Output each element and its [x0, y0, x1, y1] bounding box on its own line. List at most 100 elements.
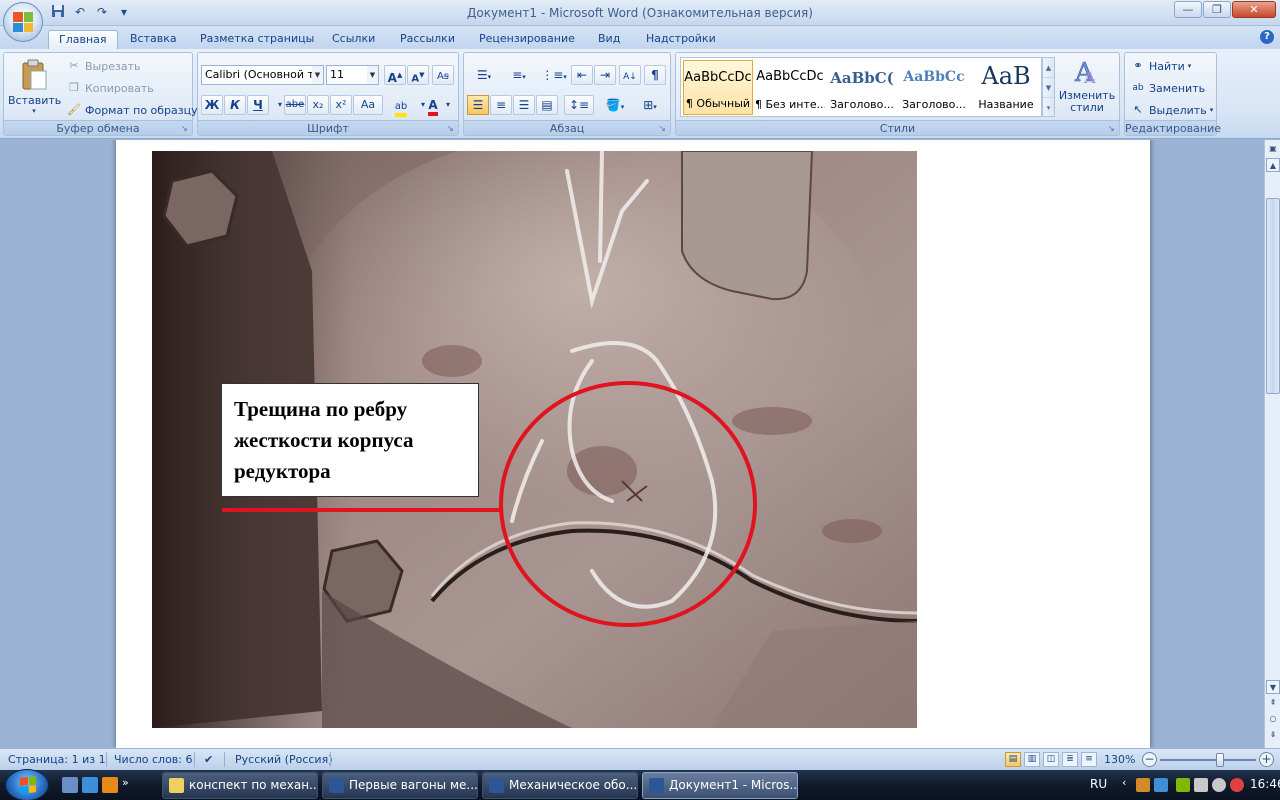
start-button[interactable] [5, 769, 49, 800]
outline-view-icon[interactable]: ≣ [1062, 752, 1078, 767]
network-icon[interactable] [1194, 778, 1208, 792]
show-desktop-icon[interactable] [62, 777, 78, 793]
switch-windows-icon[interactable] [82, 777, 98, 793]
taskbar-item[interactable]: конспект по механ... [162, 772, 318, 799]
font-color-dropdown-icon[interactable]: ▾ [441, 95, 455, 115]
browse-object-icon[interactable]: ○ [1266, 712, 1280, 726]
input-language[interactable]: RU [1090, 777, 1107, 791]
show-marks-button[interactable]: ¶ [644, 65, 666, 85]
grow-font-button[interactable]: A▲ [384, 65, 406, 85]
help-icon[interactable]: ? [1260, 30, 1274, 44]
align-left-button[interactable]: ☰ [467, 95, 489, 115]
bold-button[interactable]: Ж [201, 95, 223, 115]
volume-icon[interactable] [1212, 778, 1226, 792]
word-count[interactable]: Число слов: 6 [114, 753, 193, 766]
style-title[interactable]: AaB Название [971, 60, 1041, 115]
increase-indent-button[interactable]: ⇥ [594, 65, 616, 85]
taskbar-item-active[interactable]: Документ1 - Micros... [642, 772, 798, 799]
highlight-button[interactable]: ab [390, 95, 412, 117]
change-styles-button[interactable]: A A Изменить стили [1058, 57, 1116, 119]
numbering-button[interactable]: ≡▾ [502, 65, 536, 85]
zoom-out-icon[interactable]: − [1142, 752, 1157, 767]
zoom-slider-thumb[interactable] [1215, 753, 1224, 767]
minimize-button[interactable]: — [1174, 1, 1202, 18]
underline-button[interactable]: Ч [247, 95, 269, 115]
styles-launcher-icon[interactable]: ↘ [1108, 124, 1117, 133]
skype-icon[interactable] [1154, 778, 1168, 792]
vertical-scrollbar[interactable]: ▣ ▲ ▼ ⇞ ○ ⇟ [1264, 140, 1280, 748]
style-no-spacing[interactable]: AaBbCcDc ¶ Без инте... [755, 60, 825, 115]
zoom-level[interactable]: 130% [1104, 753, 1135, 766]
paste-dropdown-icon[interactable]: ▾ [8, 107, 60, 115]
subscript-button[interactable]: x₂ [307, 95, 329, 115]
zoom-in-icon[interactable]: + [1259, 752, 1274, 767]
font-launcher-icon[interactable]: ↘ [447, 124, 456, 133]
multilevel-list-button[interactable]: ⋮≡▾ [537, 65, 571, 85]
zoom-slider[interactable] [1160, 759, 1256, 761]
tab-home[interactable]: Главная [48, 30, 118, 50]
tab-view[interactable]: Вид [588, 30, 630, 50]
gallery-down-icon[interactable]: ▼ [1043, 78, 1054, 98]
stop-icon[interactable] [1230, 778, 1244, 792]
align-right-button[interactable]: ☰ [513, 95, 535, 115]
justify-button[interactable]: ▤ [536, 95, 558, 115]
web-layout-icon[interactable]: ◫ [1043, 752, 1059, 767]
format-painter-button[interactable]: 🖌 Формат по образцу [66, 100, 198, 120]
bullets-button[interactable]: ☰▾ [467, 65, 501, 85]
decrease-indent-button[interactable]: ⇤ [571, 65, 593, 85]
clock[interactable]: 16:46 [1250, 777, 1280, 791]
ruler-toggle-icon[interactable]: ▣ [1266, 142, 1280, 156]
print-layout-view-icon[interactable]: ▤ [1005, 752, 1021, 767]
antivirus-icon[interactable] [1136, 778, 1150, 792]
shading-button[interactable]: 🪣▾ [599, 95, 631, 115]
font-size-combo[interactable]: 11 ▼ [326, 65, 379, 85]
style-heading-1[interactable]: AaBbC( Заголово... [827, 60, 897, 115]
spellcheck-icon[interactable]: ✔ [204, 753, 213, 766]
battery-icon[interactable] [1176, 778, 1190, 792]
sort-button[interactable]: A↓ [619, 65, 641, 85]
change-case-button[interactable]: Aa [353, 95, 383, 115]
tray-expand-icon[interactable]: ‹ [1122, 776, 1126, 789]
clipboard-launcher-icon[interactable]: ↘ [181, 124, 190, 133]
close-button[interactable]: ✕ [1232, 1, 1276, 18]
previous-page-icon[interactable]: ⇞ [1266, 696, 1280, 710]
office-button[interactable] [3, 2, 43, 42]
superscript-button[interactable]: x² [330, 95, 352, 115]
line-spacing-button[interactable]: ↕≡ [564, 95, 594, 115]
tab-review[interactable]: Рецензирование [469, 30, 585, 50]
scroll-up-icon[interactable]: ▲ [1266, 158, 1280, 172]
next-page-icon[interactable]: ⇟ [1266, 728, 1280, 742]
align-center-button[interactable]: ≡ [490, 95, 512, 115]
language-indicator[interactable]: Русский (Россия) [235, 753, 333, 766]
gallery-more-icon[interactable]: ▾ [1043, 98, 1054, 118]
taskbar-item[interactable]: Первые вагоны ме... [322, 772, 478, 799]
restore-button[interactable]: ❐ [1203, 1, 1231, 18]
copy-button[interactable]: ❐ Копировать [66, 78, 154, 98]
gallery-up-icon[interactable]: ▲ [1043, 58, 1054, 78]
scroll-down-icon[interactable]: ▼ [1266, 680, 1280, 694]
paste-button[interactable]: Вставить ▾ [8, 57, 61, 117]
tab-addins[interactable]: Надстройки [636, 30, 726, 50]
tab-mailings[interactable]: Рассылки [390, 30, 465, 50]
tab-page-layout[interactable]: Разметка страницы [190, 30, 324, 50]
font-name-combo[interactable]: Calibri (Основной те ▼ [201, 65, 324, 85]
style-normal[interactable]: AaBbCcDc ¶ Обычный [683, 60, 753, 115]
cut-button[interactable]: ✂ Вырезать [66, 56, 140, 76]
page-count[interactable]: Страница: 1 из 1 [8, 753, 106, 766]
scroll-thumb[interactable] [1266, 198, 1280, 394]
borders-button[interactable]: ⊞▾ [634, 95, 666, 115]
clear-formatting-button[interactable]: Aꞩ [432, 65, 454, 85]
full-screen-reading-icon[interactable]: ▥ [1024, 752, 1040, 767]
tab-insert[interactable]: Вставка [120, 30, 187, 50]
strikethrough-button[interactable]: abe [284, 95, 306, 115]
style-heading-2[interactable]: AaBbCc Заголово... [899, 60, 969, 115]
crack-callout[interactable]: Трещина по ребру жесткости корпуса редук… [221, 383, 479, 497]
tab-references[interactable]: Ссылки [322, 30, 385, 50]
replace-button[interactable]: ab Заменить [1130, 78, 1205, 98]
more-quicklaunch-icon[interactable]: » [122, 777, 129, 793]
find-button[interactable]: ⚭ Найти ▾ [1130, 56, 1191, 76]
italic-button[interactable]: К [224, 95, 246, 115]
draft-view-icon[interactable]: ≡ [1081, 752, 1097, 767]
shrink-font-button[interactable]: A▼ [407, 65, 429, 85]
paragraph-launcher-icon[interactable]: ↘ [659, 124, 668, 133]
